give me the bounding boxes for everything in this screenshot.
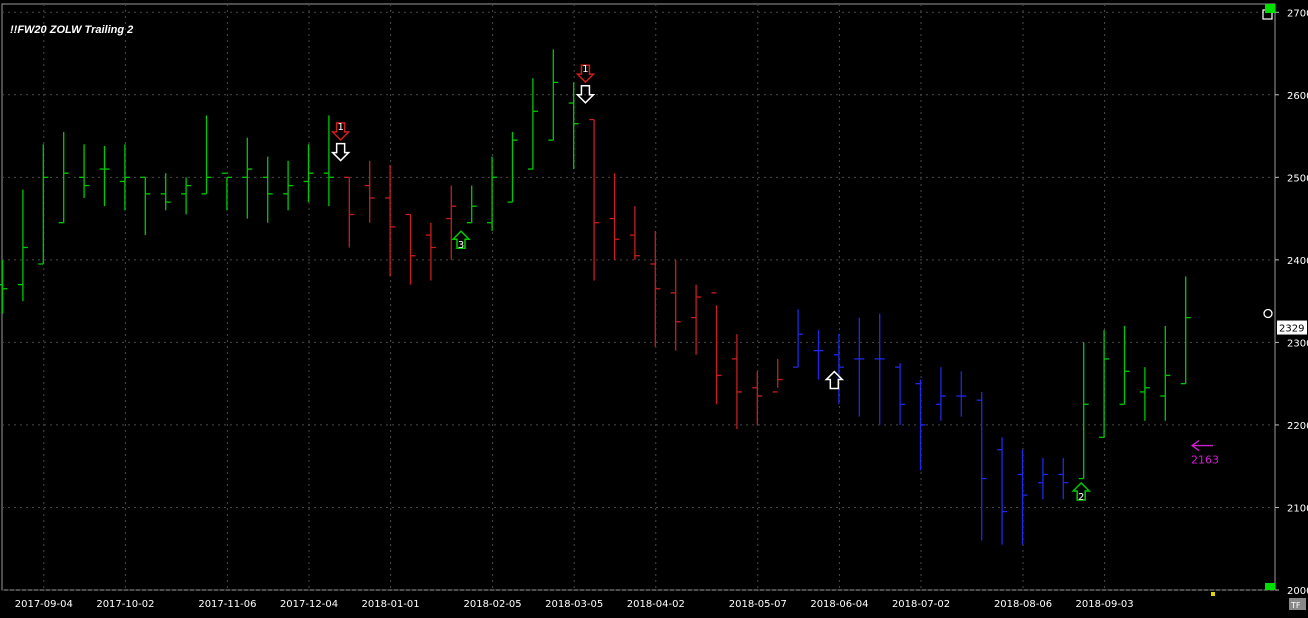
y-tick-label: 2000 [1287,586,1308,597]
y-tick-label: 2400 [1287,256,1308,267]
time-cursor-marker-icon [1211,592,1215,596]
scale-handle-icon[interactable] [1263,308,1273,319]
signal-arrow-label: 1 [337,122,343,133]
signal-arrow-label: 3 [458,240,464,251]
y-tick-label: 2200 [1287,421,1308,432]
y-tick-label: 2700 [1287,8,1308,19]
signal-arrow-label: 1 [582,64,588,75]
x-tick-label: 2017-11-06 [198,599,256,610]
corner-marker-bottom-icon [1265,583,1275,590]
y-tick-label: 2100 [1287,503,1308,514]
last-price-label: 2329 [1279,324,1304,335]
signal-arrow-label: 2 [1078,492,1084,503]
x-tick-label: 2018-08-06 [994,599,1052,610]
chart-root: 2000 2100 2200 2300 2400 2500 2600 2700 2017-09-… [0,0,1308,613]
x-tick-label: 2018-02-05 [464,599,522,610]
x-tick-label: 2017-12-04 [280,599,338,610]
y-tick-label: 2300 [1287,338,1308,349]
signal-arrow-up-icon [824,370,845,390]
signal-arrow-down-icon [330,142,351,162]
x-tick-label: 2018-01-01 [362,599,420,610]
x-tick-label: 2018-05-07 [729,599,787,610]
tf-label[interactable]: TF [1290,601,1301,610]
x-tick-label: 2018-07-02 [892,599,950,610]
x-tick-label: 2018-09-03 [1076,599,1134,610]
chart-svg: 2000 2100 2200 2300 2400 2500 2600 2700 2017-09-… [0,3,1308,610]
x-tick-label: 2018-06-04 [810,599,868,610]
x-tick-label: 2018-03-05 [545,599,603,610]
corner-marker-top-icon [1265,4,1275,13]
chart-title: !!FW20 ZOLW Trailing 2 [10,24,134,36]
y-tick-label: 2500 [1287,173,1308,184]
x-tick-label: 2017-09-04 [15,599,73,610]
target-value-label: 2163 [1191,454,1219,467]
x-tick-label: 2018-04-02 [627,599,685,610]
x-tick-label: 2017-10-02 [96,599,154,610]
y-tick-label: 2600 [1287,91,1308,102]
